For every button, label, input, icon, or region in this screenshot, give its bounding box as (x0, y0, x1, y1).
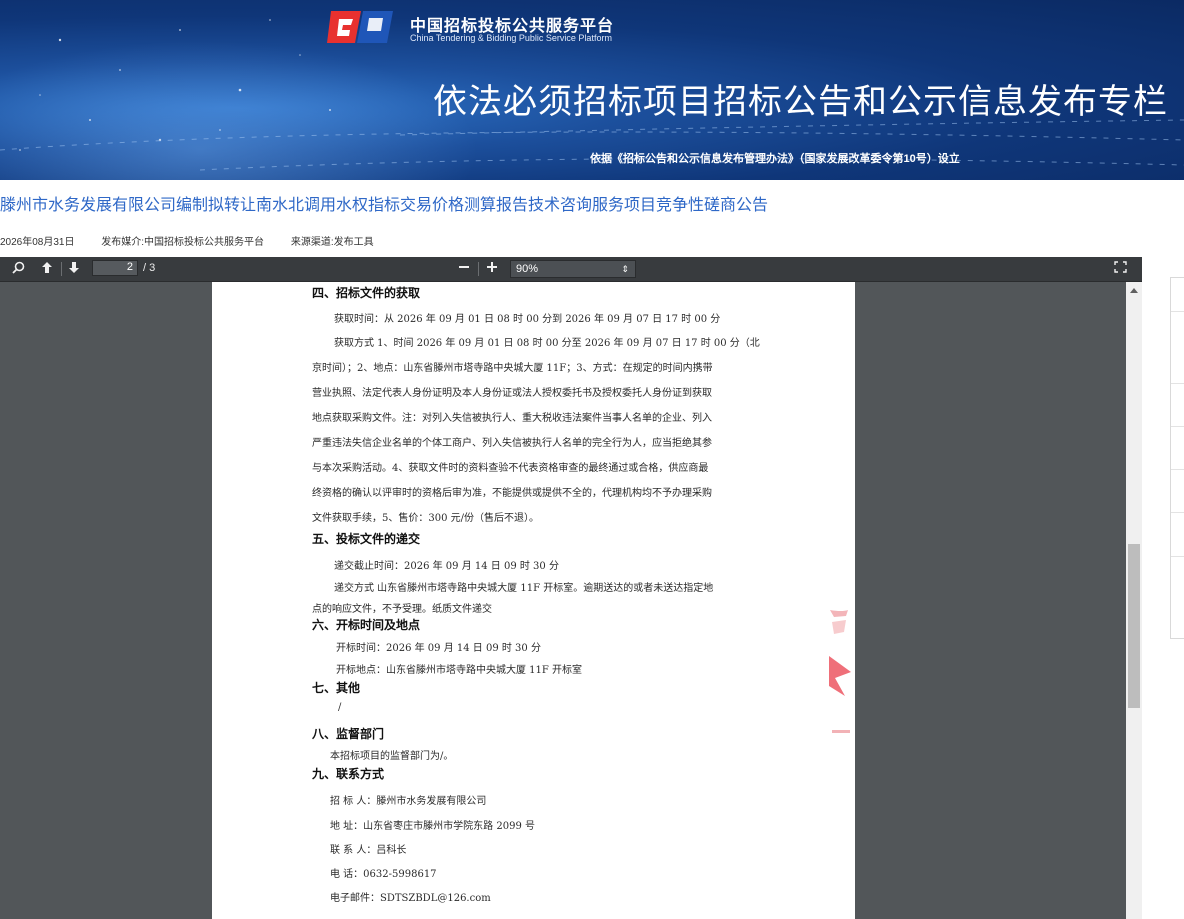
side-panel-divider (1171, 469, 1184, 470)
pdf-text-line: 获取时间：从 2026 年 09 月 01 日 08 时 00 分到 2026 … (334, 314, 721, 325)
pdf-text-line: 文件获取手续，5、售价：300 元/份（售后不退）。 (312, 513, 539, 524)
section-heading: 四、招标文件的获取 (312, 286, 421, 300)
pdf-text-line: 递交截止时间：2026 年 09 月 14 日 09 时 30 分 (334, 561, 559, 572)
search-icon[interactable] (10, 261, 26, 277)
toolbar-divider (478, 262, 479, 276)
plus-icon[interactable] (485, 261, 499, 277)
arrow-up-icon[interactable] (40, 261, 54, 277)
pdf-text-line: 电 话：0632-5998617 (330, 869, 437, 880)
seal-text-fragment (832, 730, 850, 733)
scrollbar-thumb[interactable] (1128, 544, 1140, 708)
section-heading: 七、其他 (312, 681, 361, 695)
pdf-text-line: 联 系 人：吕科长 (330, 845, 407, 856)
publish-media: 发布媒介:中国招标投标公共服务平台 (101, 237, 265, 248)
side-panel-divider (1171, 311, 1184, 312)
pdf-text-line: 地点获取采购文件。注：对列入失信被执行人、重大税收违法案件当事人名单的企业、列入 (312, 413, 712, 424)
pdf-text-line: 开标地点：山东省滕州市塔寺路中央城大厦 11F 开标室 (336, 665, 583, 676)
publish-date: 2026年08月31日 (0, 237, 75, 248)
side-panel-divider (1171, 426, 1184, 427)
section-heading: 五、投标文件的递交 (312, 532, 421, 546)
pdf-text-line: 递交方式 山东省滕州市塔寺路中央城大厦 11F 开标室。逾期送达的或者未送达指定… (334, 583, 714, 594)
platform-logo (327, 11, 393, 43)
pdf-text-line: 终资格的确认以评审时的资格后审为准，不能提供或提供不全的，代理机构均不予办理采购 (312, 488, 712, 499)
pdf-text-line: 与本次采购活动。4、获取文件时的资料查验不代表资格审查的最终通过或合格，供应商最 (312, 463, 709, 474)
pdf-toolbar: 2 / 3 90% ⇕ (0, 257, 1142, 282)
side-panel (1170, 277, 1184, 639)
side-panel-divider (1171, 512, 1184, 513)
brand-name-en: China Tendering & Bidding Public Service… (410, 33, 612, 43)
notice-meta: 2026年08月31日 发布媒介:中国招标投标公共服务平台 来源渠道:发布工具 (0, 233, 398, 248)
side-panel-divider (1171, 383, 1184, 384)
pdf-text-line: 电子邮件：SDTSZBDL@126.com (330, 893, 491, 904)
pdf-text-line: 招 标 人：滕州市水务发展有限公司 (330, 796, 487, 807)
page-number-input[interactable]: 2 (92, 260, 138, 276)
pdf-text-line: 地 址：山东省枣庄市滕州市学院东路 2099 号 (330, 821, 535, 832)
pdf-text-line: 京时间）；2、地点：山东省滕州市塔寺路中央城大厦 11F；3、方式：在规定的时间… (312, 363, 713, 374)
section-heading: 九、联系方式 (312, 767, 385, 781)
pdf-text-line: 开标时间：2026 年 09 月 14 日 09 时 30 分 (336, 643, 541, 654)
minus-icon[interactable] (457, 261, 471, 277)
zoom-value: 90% (516, 263, 539, 275)
pdf-text-line: 营业执照、法定代表人身份证明及本人身份证或法人授权委托书及授权委托人身份证到获取 (312, 388, 712, 399)
section-heading: 六、开标时间及地点 (312, 618, 421, 632)
banner-title: 依法必须招标项目招标公告和公示信息发布专栏 (433, 83, 1168, 121)
scroll-up-icon[interactable] (1130, 288, 1138, 293)
pdf-viewer: 2 / 3 90% ⇕ 四、招标文件的获取 获取时间：从 2026 年 09 月… (0, 257, 1142, 919)
notice-title[interactable]: 滕州市水务发展有限公司编制拟转让南水北调用水权指标交易价格测算报告技术咨询服务项… (0, 191, 768, 215)
page-count: / 3 (143, 262, 156, 274)
site-banner: 中国招标投标公共服务平台 China Tendering & Bidding P… (0, 0, 1184, 180)
fullscreen-icon[interactable] (1112, 261, 1128, 277)
pdf-text-line: / (338, 702, 342, 713)
pdf-text-line: 严重违法失信企业名单的个体工商户、列入失信被执行人名单的完全行为人，应当拒绝其参 (312, 438, 712, 449)
seal-star-fragment (829, 656, 851, 696)
chevron-down-icon: ⇕ (621, 264, 629, 274)
pdf-text-line: 获取方式 1、时间 2026 年 09 月 01 日 08 时 00 分至 20… (334, 338, 760, 349)
side-panel-divider (1171, 556, 1184, 557)
pdf-text-line: 本招标项目的监督部门为/。 (330, 751, 454, 762)
publish-source: 来源渠道:发布工具 (290, 237, 374, 248)
banner-subtitle: 依据《招标公告和公示信息发布管理办法》（国家发展改革委令第10号）设立 (590, 153, 960, 165)
pdf-page: 四、招标文件的获取 获取时间：从 2026 年 09 月 01 日 08 时 0… (212, 282, 855, 919)
toolbar-divider (61, 262, 62, 276)
vertical-scrollbar[interactable] (1126, 282, 1142, 919)
arrow-down-icon[interactable] (67, 261, 81, 277)
zoom-select[interactable]: 90% ⇕ (510, 260, 636, 278)
pdf-text-line: 点的响应文件，不予受理。纸质文件递交 (312, 604, 492, 615)
seal-stamp-fragment (830, 610, 848, 634)
section-heading: 八、监督部门 (312, 727, 385, 741)
